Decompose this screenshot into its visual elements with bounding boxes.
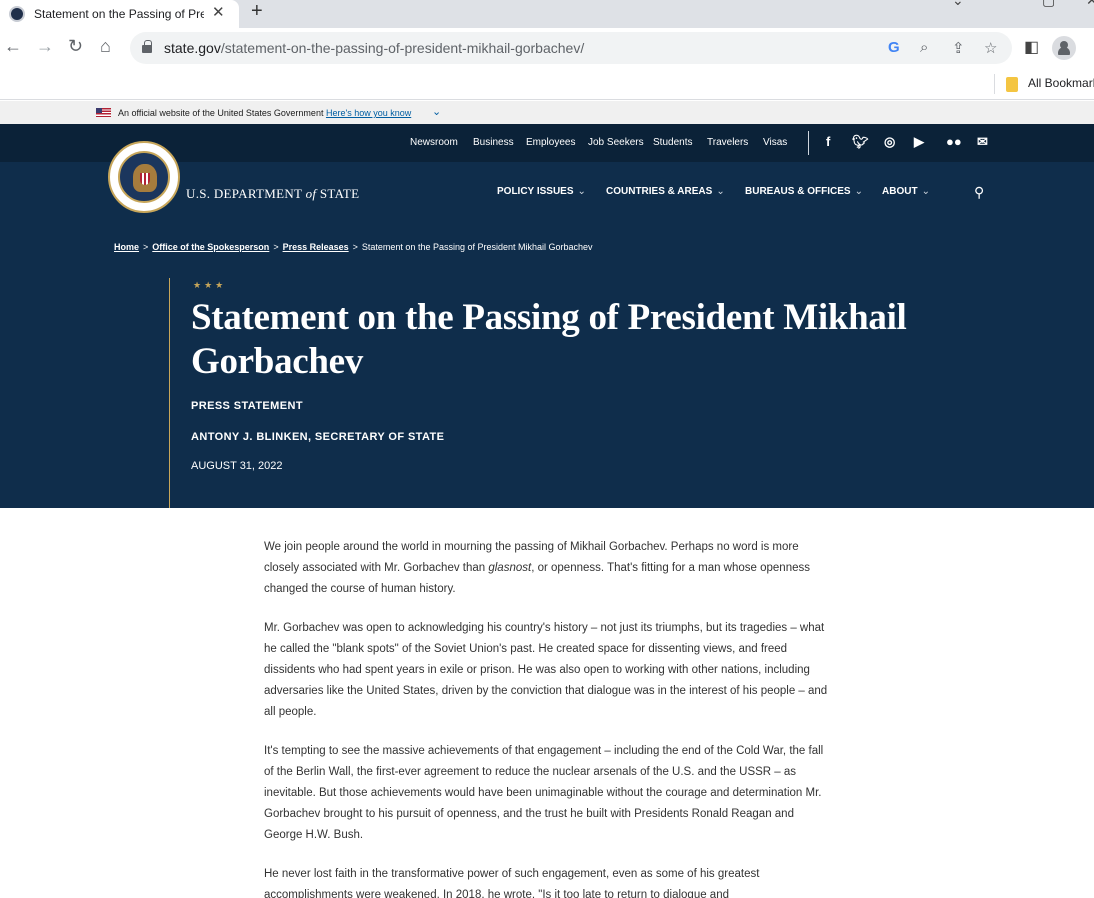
reload-icon[interactable]: ↻ <box>68 36 83 57</box>
url-host: state.gov <box>164 40 221 56</box>
browser-tab[interactable]: Statement on the Passing of Pres ✕ <box>0 0 239 28</box>
close-tab-icon[interactable]: ✕ <box>212 3 225 21</box>
nav-employees[interactable]: Employees <box>526 137 575 148</box>
nav-travelers[interactable]: Travelers <box>707 137 748 148</box>
nav-newsroom[interactable]: Newsroom <box>410 137 458 148</box>
dept-name-of: of <box>305 186 317 201</box>
all-bookmarks-link[interactable]: All Bookmarks <box>1028 76 1094 90</box>
new-tab-button[interactable]: + <box>251 0 263 23</box>
bookmarks-bar: All Bookmarks <box>0 68 1094 100</box>
content-type-label: PRESS STATEMENT <box>191 400 303 412</box>
dept-name-pre: U.S. DEPARTMENT <box>186 186 303 201</box>
instagram-icon[interactable]: ◎ <box>884 134 895 150</box>
email-icon[interactable]: ✉ <box>977 134 988 150</box>
breadcrumb-separator: > <box>352 242 358 252</box>
nav-label: POLICY ISSUES <box>497 186 574 197</box>
dept-name-post: STATE <box>319 186 360 201</box>
bookmark-star-icon[interactable]: ☆ <box>984 39 997 57</box>
article-paragraph: Mr. Gorbachev was open to acknowledging … <box>264 622 828 718</box>
breadcrumb-office-spokesperson[interactable]: Office of the Spokesperson <box>152 242 269 252</box>
nav-policy-issues[interactable]: POLICY ISSUES ⌄ <box>497 186 586 197</box>
browser-tab-bar: Statement on the Passing of Pres ✕ + ⌄ ▢… <box>0 0 1094 28</box>
nav-business[interactable]: Business <box>473 137 514 148</box>
nav-label: ABOUT <box>882 186 918 197</box>
facebook-icon[interactable]: f <box>826 134 830 149</box>
nav-about[interactable]: ABOUT ⌄ <box>882 186 930 197</box>
seal-inner-ring <box>118 151 170 203</box>
official-gov-banner: An official website of the United States… <box>0 101 1094 124</box>
nav-label: COUNTRIES & AREAS <box>606 186 713 197</box>
url-path: /statement-on-the-passing-of-president-m… <box>220 40 585 56</box>
side-panel-icon[interactable]: ◧ <box>1024 37 1039 57</box>
site-header: Newsroom Business Employees Job Seekers … <box>0 124 1094 508</box>
gov-banner-label: An official website of the United States… <box>118 108 324 118</box>
address-bar[interactable]: state.gov/statement-on-the-passing-of-pr… <box>130 32 1012 64</box>
nav-countries-areas[interactable]: COUNTRIES & AREAS ⌄ <box>606 186 725 197</box>
chevron-down-icon[interactable]: ⌄ <box>952 0 964 9</box>
nav-job-seekers[interactable]: Job Seekers <box>588 137 644 148</box>
nav-label: BUREAUS & OFFICES <box>745 186 851 197</box>
search-icon[interactable]: ⚲ <box>974 184 984 201</box>
tab-title: Statement on the Passing of Pres <box>34 7 204 21</box>
lock-icon[interactable] <box>142 40 152 53</box>
publish-date: AUGUST 31, 2022 <box>191 460 283 472</box>
article-paragraph: We join people around the world in mourn… <box>264 537 830 600</box>
maximize-icon[interactable]: ▢ <box>1042 0 1055 9</box>
chevron-down-icon[interactable]: ⌄ <box>432 105 441 118</box>
breadcrumb-home[interactable]: Home <box>114 242 139 252</box>
department-name[interactable]: U.S. DEPARTMENT of STATE <box>186 186 359 202</box>
chevron-down-icon: ⌄ <box>716 186 725 197</box>
how-you-know-link[interactable]: Here's how you know <box>326 108 411 118</box>
twitter-icon[interactable]: 🐦︎ <box>852 134 869 150</box>
article-paragraph: It's tempting to see the massive achieve… <box>264 745 824 841</box>
flickr-icon[interactable]: ●● <box>946 134 962 149</box>
breadcrumb-current: Statement on the Passing of President Mi… <box>361 242 593 252</box>
page-title: Statement on the Passing of President Mi… <box>191 297 907 382</box>
shield-icon <box>140 173 150 185</box>
folder-icon[interactable] <box>1006 77 1018 92</box>
author-link[interactable]: ANTONY J. BLINKEN, SECRETARY OF STATE <box>191 431 444 443</box>
breadcrumb: Home > Office of the Spokesperson > Press Re… <box>114 242 593 252</box>
title-accent-rule <box>169 278 170 508</box>
state-dept-favicon-icon <box>9 6 25 22</box>
breadcrumb-separator: > <box>143 242 149 252</box>
emphasis-text: glasnost <box>488 562 532 574</box>
chevron-down-icon: ⌄ <box>854 186 863 197</box>
utility-divider <box>808 131 809 155</box>
breadcrumb-press-releases[interactable]: Press Releases <box>283 242 349 252</box>
zoom-icon[interactable]: ⌕ <box>920 39 928 56</box>
bookmarks-divider <box>994 74 995 94</box>
nav-students[interactable]: Students <box>653 137 692 148</box>
forward-icon[interactable]: → <box>36 36 54 57</box>
state-dept-seal-logo[interactable] <box>108 141 180 213</box>
youtube-icon[interactable]: ▶ <box>914 134 924 150</box>
gov-banner-text: An official website of the United States… <box>118 108 411 118</box>
nav-bureaus-offices[interactable]: BUREAUS & OFFICES ⌄ <box>745 186 863 197</box>
profile-avatar-icon[interactable] <box>1052 36 1076 60</box>
share-icon[interactable]: ⇪ <box>952 39 965 57</box>
chevron-down-icon: ⌄ <box>921 186 930 197</box>
home-icon[interactable]: ⌂ <box>100 36 111 57</box>
stars-ornament: ★★★ <box>193 280 227 290</box>
back-icon[interactable]: ← <box>4 36 22 57</box>
browser-toolbar: ← → ↻ ⌂ state.gov/statement-on-the-passi… <box>0 28 1094 68</box>
breadcrumb-separator: > <box>273 242 279 252</box>
article-body: We join people around the world in mourn… <box>264 537 830 898</box>
us-flag-icon <box>96 108 111 117</box>
chevron-down-icon: ⌄ <box>577 186 586 197</box>
url-text[interactable]: state.gov/statement-on-the-passing-of-pr… <box>164 40 584 56</box>
google-icon[interactable]: G <box>888 39 900 56</box>
article-paragraph: He never lost faith in the transformativ… <box>264 868 760 898</box>
nav-visas[interactable]: Visas <box>763 137 787 148</box>
close-window-icon[interactable]: ✕ <box>1086 0 1094 9</box>
